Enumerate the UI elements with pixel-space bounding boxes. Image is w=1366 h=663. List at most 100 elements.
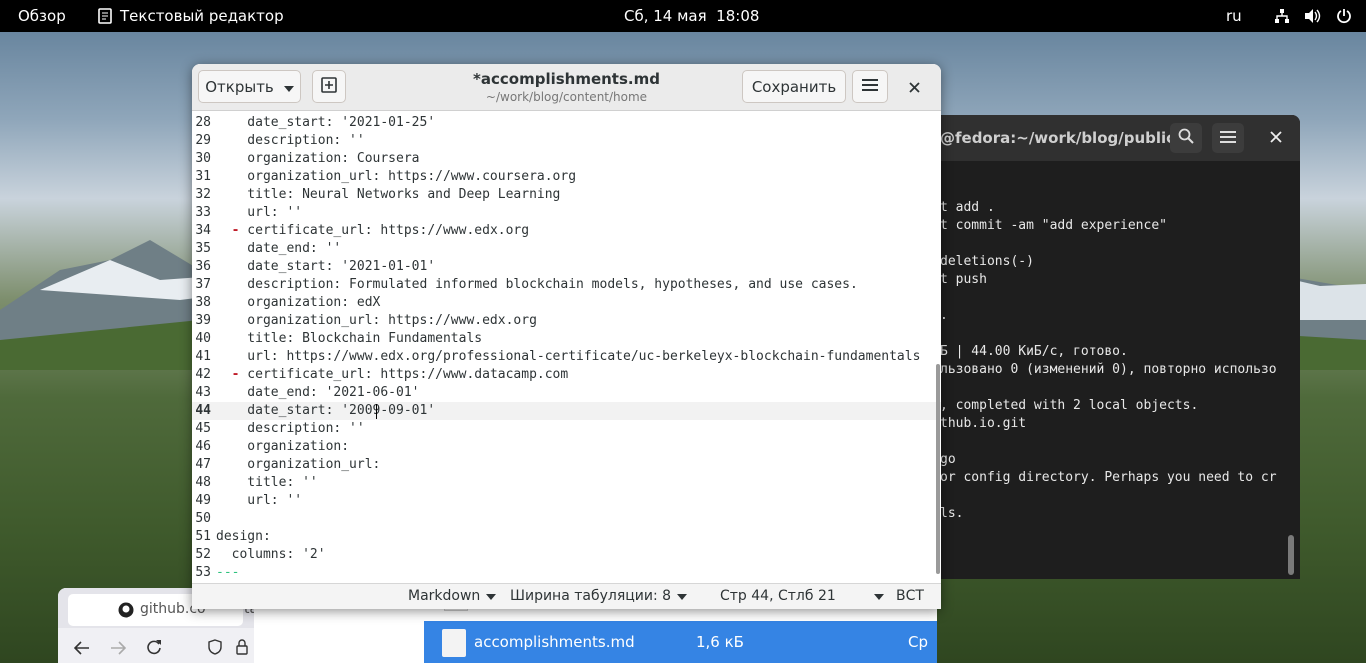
terminal-output[interactable]: t add . t commit -am "add experience" de… [940, 199, 1277, 523]
close-icon [908, 78, 920, 97]
code-line[interactable]: 29 description: '' [192, 132, 941, 150]
code-line[interactable]: 35 date_end: '' [192, 240, 941, 258]
code-line[interactable]: 51 design: [192, 528, 941, 546]
app-menu[interactable]: Текстовый редактор [98, 0, 284, 32]
clock-label: Сб, 14 мая 18:08 [624, 7, 760, 25]
hamburger-menu-icon [1220, 129, 1236, 148]
code-line[interactable]: 38 organization: edX [192, 294, 941, 312]
line-text: description: '' [216, 133, 365, 148]
line-text: design: [216, 529, 271, 544]
line-number: 32 [195, 187, 211, 202]
line-text: description: Formulated informed blockch… [216, 277, 858, 292]
code-line[interactable]: 43 date_end: '2021-06-01' [192, 384, 941, 402]
editor-text-area[interactable]: 28 date_start: '2021-01-25' 29 descriptio… [192, 111, 941, 583]
network-icon [1274, 8, 1290, 24]
line-text: date_start: '2021-01-25' [216, 115, 436, 130]
back-icon[interactable] [73, 640, 90, 659]
code-line[interactable]: 33 url: '' [192, 204, 941, 222]
line-text: organization: [216, 439, 350, 454]
forward-icon[interactable] [110, 640, 127, 659]
editor-scrollbar[interactable] [936, 364, 940, 574]
tab-width-selector[interactable]: Ширина табуляции: 8 [510, 588, 688, 604]
line-text: date_start: '2021-01-01' [216, 259, 436, 274]
terminal-search-button[interactable] [1170, 123, 1202, 153]
line-number: 34 [195, 223, 211, 238]
code-line[interactable]: 41 url: https://www.edx.org/professional… [192, 348, 941, 366]
line-number: 29 [195, 133, 211, 148]
clock[interactable]: Сб, 14 мая 18:08 [624, 0, 759, 32]
code-line[interactable]: 52 columns: '2' [192, 546, 941, 564]
text-editor-window[interactable]: Открыть *accomplishments.md ~/work/blog/… [192, 64, 941, 609]
volume-icon [1304, 8, 1322, 24]
code-line[interactable]: 47 organization_url: [192, 456, 941, 474]
line-number: 46 [195, 439, 211, 454]
code-line[interactable]: 32 title: Neural Networks and Deep Learn… [192, 186, 941, 204]
line-number: 36 [195, 259, 211, 274]
code-line[interactable]: 44 date_start: '2009-09-01' [192, 402, 941, 420]
line-text: url: https://www.edx.org/professional-ce… [216, 349, 921, 364]
line-number: 38 [195, 295, 211, 310]
code-line[interactable]: 30 organization: Coursera [192, 150, 941, 168]
chevron-down-icon [486, 588, 497, 604]
line-text: date_end: '' [216, 241, 342, 256]
terminal-window[interactable]: @fedora:~/work/blog/public t add . t com… [920, 115, 1300, 579]
code-line[interactable]: 39 organization_url: https://www.edx.org [192, 312, 941, 330]
editor-headerbar: Открыть *accomplishments.md ~/work/blog/… [192, 64, 941, 111]
lock-icon[interactable] [236, 639, 248, 659]
code-line[interactable]: 48 title: '' [192, 474, 941, 492]
line-number: 51 [195, 529, 211, 544]
insert-mode-indicator[interactable]: ВСТ [896, 588, 924, 604]
code-line[interactable]: 28 date_start: '2021-01-25' [192, 114, 941, 132]
language-label: Markdown [408, 588, 481, 604]
cursor-position-selector[interactable]: Стр 44, Стлб 21 [720, 588, 884, 604]
language-selector[interactable]: Markdown [408, 588, 497, 604]
code-line[interactable]: 31 organization_url: https://www.courser… [192, 168, 941, 186]
reload-icon[interactable] [146, 639, 162, 659]
line-number: 41 [195, 349, 211, 364]
line-number: 45 [195, 421, 211, 436]
power-icon [1336, 8, 1352, 24]
activities-button[interactable]: Обзор [18, 0, 66, 32]
editor-menu-button[interactable] [852, 70, 888, 103]
save-button[interactable]: Сохранить [742, 70, 846, 103]
line-number: 35 [195, 241, 211, 256]
code-line[interactable]: 50 [192, 510, 941, 528]
github-icon [118, 602, 134, 622]
code-line[interactable]: 46 organization: [192, 438, 941, 456]
save-button-label: Сохранить [751, 77, 837, 96]
system-menu[interactable] [1274, 0, 1366, 32]
shield-icon[interactable] [208, 639, 222, 659]
code-line[interactable]: 34 - certificate_url: https://www.edx.or… [192, 222, 941, 240]
line-text: date_start: '2009-09-01' [216, 403, 436, 418]
search-icon [1178, 128, 1194, 148]
line-text: - certificate_url: https://www.edx.org [231, 223, 530, 238]
line-text: organization_url: https://www.edx.org [216, 313, 537, 328]
code-line[interactable]: 49 url: '' [192, 492, 941, 510]
line-number: 48 [195, 475, 211, 490]
browser-nav-bar [58, 632, 254, 663]
keyboard-layout-indicator[interactable]: ru [1226, 0, 1242, 32]
terminal-scrollbar[interactable] [1288, 535, 1294, 575]
code-line[interactable]: 37 description: Formulated informed bloc… [192, 276, 941, 294]
line-text: organization: Coursera [216, 151, 420, 166]
code-line[interactable]: 53 --- [192, 564, 941, 582]
code-line[interactable]: 42 - certificate_url: https://www.dataca… [192, 366, 941, 384]
line-number: 40 [195, 331, 211, 346]
line-text: --- [216, 564, 239, 582]
file-row-selected[interactable]: accomplishments.md 1,6 кБ Ср [424, 621, 937, 663]
line-number: 33 [195, 205, 211, 220]
terminal-headerbar: @fedora:~/work/blog/public [920, 115, 1300, 161]
list-dash-marker: - [231, 367, 240, 382]
terminal-menu-button[interactable] [1212, 123, 1244, 153]
line-number: 28 [195, 115, 211, 130]
line-number: 52 [195, 547, 211, 562]
code-line[interactable]: 45 description: '' [192, 420, 941, 438]
cursor-position-label: Стр 44, Стлб 21 [720, 588, 836, 604]
code-line[interactable]: 36 date_start: '2021-01-01' [192, 258, 941, 276]
editor-close-button[interactable] [906, 79, 922, 95]
code-line[interactable]: 40 title: Blockchain Fundamentals [192, 330, 941, 348]
insert-mode-label: ВСТ [896, 588, 924, 604]
terminal-close-button[interactable] [1266, 127, 1286, 147]
terminal-title: @fedora:~/work/blog/public [940, 129, 1176, 147]
hamburger-menu-icon [862, 78, 878, 96]
